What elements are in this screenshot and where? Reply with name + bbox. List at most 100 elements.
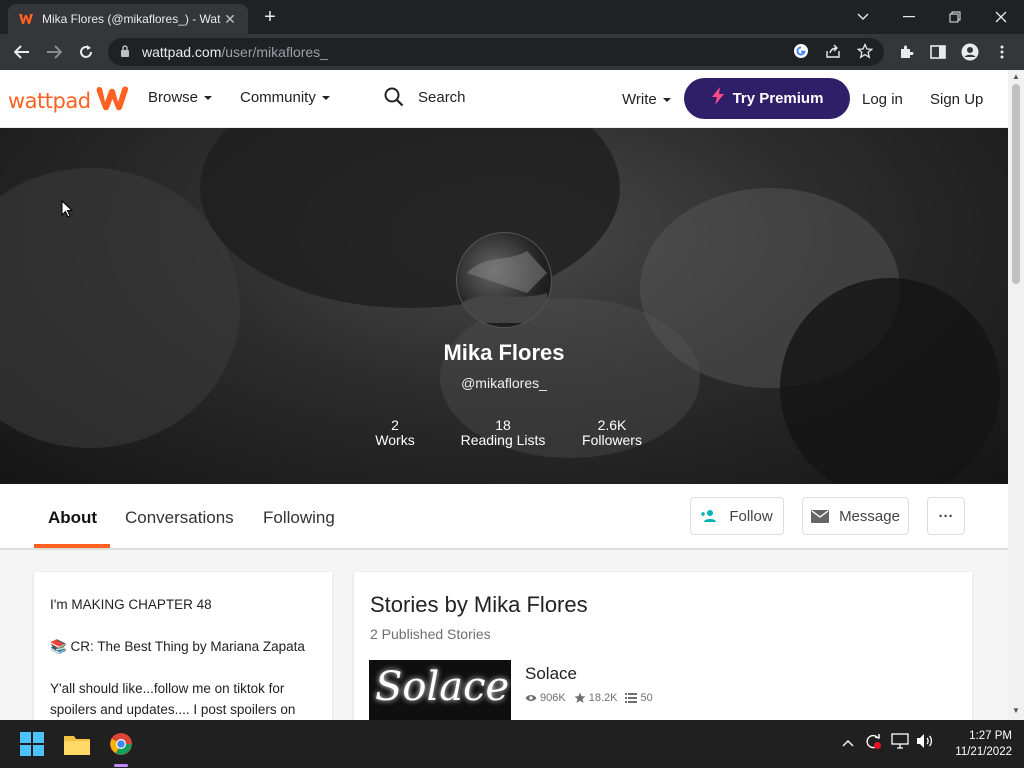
- scroll-up-icon[interactable]: ▲: [1012, 72, 1020, 81]
- stat-label: Reading Lists: [460, 432, 546, 448]
- sync-icon[interactable]: [864, 732, 882, 753]
- signup-link[interactable]: Sign Up: [930, 91, 983, 108]
- tab-following[interactable]: Following: [263, 508, 335, 528]
- lock-icon: [120, 44, 134, 60]
- stat-works[interactable]: 2 Works: [340, 418, 450, 448]
- eye-icon: [525, 694, 537, 702]
- clock-date: 11/21/2022: [955, 746, 1012, 758]
- bookmark-star-icon[interactable]: [854, 40, 876, 62]
- browser-toolbar: wattpad.com/user/mikaflores_: [0, 34, 1024, 70]
- tab-title: Mika Flores (@mikaflores_) - Wat: [42, 12, 221, 26]
- about-line: I'm MAKING CHAPTER 48: [50, 597, 212, 612]
- tab-search-chevron-icon[interactable]: [840, 0, 886, 34]
- write-label: Write: [622, 91, 657, 108]
- chrome-taskbar-icon[interactable]: [105, 728, 137, 760]
- close-window-button[interactable]: [978, 0, 1024, 34]
- stories-card: Stories by Mika Flores 2 Published Stori…: [354, 572, 972, 720]
- profile-handle: @mikaflores_: [461, 375, 547, 391]
- forward-icon[interactable]: [40, 38, 68, 66]
- story-title[interactable]: Solace: [525, 664, 577, 684]
- story-cover-text: Solace: [375, 664, 510, 710]
- story-parts: 50: [640, 692, 653, 704]
- browser-tab-bar: Mika Flores (@mikaflores_) - Wat ✕ +: [0, 0, 1024, 34]
- caret-down-icon: [204, 95, 213, 100]
- profile-name: Mika Flores: [443, 340, 565, 365]
- stat-value: 2: [391, 417, 399, 433]
- banner-shape: [200, 128, 620, 308]
- about-line: Y'all should like...follow me on tiktok …: [50, 681, 296, 717]
- browse-dropdown[interactable]: Browse: [148, 89, 213, 106]
- wattpad-logo[interactable]: wattpad: [8, 84, 131, 117]
- back-icon[interactable]: [8, 38, 36, 66]
- try-premium-button[interactable]: Try Premium: [684, 78, 850, 119]
- follow-label: Follow: [729, 507, 773, 525]
- profile-hero-banner: Mika Flores @mikaflores_ 2 Works 18 Read…: [0, 128, 1008, 484]
- site-search[interactable]: Search: [384, 87, 466, 107]
- page-viewport: wattpad Browse Community Search Write Tr…: [0, 70, 1008, 720]
- story-reads: 906K: [540, 692, 566, 704]
- envelope-icon: [811, 509, 830, 523]
- story-votes: 18.2K: [588, 692, 618, 704]
- caret-down-icon: [321, 95, 330, 100]
- login-link[interactable]: Log in: [862, 91, 903, 108]
- list-icon: [625, 693, 638, 703]
- message-label: Message: [839, 507, 900, 525]
- url-domain: wattpad.com: [142, 44, 222, 60]
- tab-close-icon[interactable]: ✕: [222, 11, 238, 28]
- stories-heading: Stories by Mika Flores: [370, 592, 588, 617]
- search-label: Search: [418, 88, 466, 106]
- browse-label: Browse: [148, 89, 199, 106]
- restore-button[interactable]: [932, 0, 978, 34]
- login-label: Log in: [862, 91, 903, 108]
- about-line: 📚 CR: The Best Thing by Mariana Zapata: [50, 639, 305, 654]
- try-premium-label: Try Premium: [732, 90, 824, 107]
- google-icon[interactable]: [790, 40, 812, 62]
- stat-label: Works: [375, 432, 415, 448]
- new-tab-button[interactable]: +: [258, 6, 282, 30]
- wattpad-favicon-icon: [18, 11, 34, 27]
- write-dropdown[interactable]: Write: [622, 91, 671, 108]
- site-header: wattpad Browse Community Search Write Tr…: [0, 70, 1008, 128]
- scroll-down-icon[interactable]: ▼: [1012, 706, 1020, 715]
- volume-icon[interactable]: [916, 733, 934, 752]
- caret-down-icon: [662, 97, 671, 102]
- profile-content-area: I'm MAKING CHAPTER 48 📚 CR: The Best Thi…: [0, 550, 1008, 720]
- windows-taskbar: 1:27 PM 11/21/2022: [0, 720, 1024, 768]
- message-button[interactable]: Message: [802, 497, 909, 535]
- file-explorer-icon[interactable]: [61, 728, 93, 760]
- system-clock[interactable]: 1:27 PM 11/21/2022: [940, 728, 1012, 760]
- extensions-icon[interactable]: [893, 38, 919, 66]
- tab-about[interactable]: About: [48, 508, 97, 528]
- stat-label: Followers: [582, 432, 642, 448]
- minimize-button[interactable]: [886, 0, 932, 34]
- tab-conversations[interactable]: Conversations: [125, 508, 234, 528]
- stat-reading-lists[interactable]: 18 Reading Lists: [448, 418, 558, 448]
- profile-icon[interactable]: [957, 38, 983, 66]
- logo-text: wattpad: [8, 88, 91, 113]
- browser-tab[interactable]: Mika Flores (@mikaflores_) - Wat ✕: [8, 4, 248, 34]
- reload-icon[interactable]: [72, 38, 100, 66]
- stories-subheading: 2 Published Stories: [370, 626, 491, 642]
- story-cover[interactable]: Solace: [369, 660, 511, 720]
- page-scrollbar[interactable]: ▲ ▼: [1008, 70, 1024, 720]
- follow-button[interactable]: Follow: [690, 497, 784, 535]
- add-user-icon: [701, 509, 719, 523]
- address-bar[interactable]: wattpad.com/user/mikaflores_: [108, 38, 884, 66]
- share-icon[interactable]: [822, 40, 844, 62]
- about-card: I'm MAKING CHAPTER 48 📚 CR: The Best Thi…: [34, 572, 332, 720]
- side-panel-icon[interactable]: [925, 38, 951, 66]
- scrollbar-thumb[interactable]: [1012, 84, 1020, 284]
- clock-time: 1:27 PM: [969, 730, 1012, 742]
- network-icon[interactable]: [891, 733, 909, 752]
- mouse-cursor-icon: [61, 199, 74, 223]
- stat-followers[interactable]: 2.6K Followers: [557, 418, 667, 448]
- community-dropdown[interactable]: Community: [240, 89, 330, 106]
- browser-menu-icon[interactable]: [989, 38, 1015, 66]
- profile-avatar: [456, 232, 552, 328]
- chevron-up-icon[interactable]: [842, 734, 854, 750]
- star-icon: [574, 692, 586, 704]
- more-options-button[interactable]: ···: [927, 497, 965, 535]
- windows-start-icon[interactable]: [16, 728, 48, 760]
- url-path: /user/mikaflores_: [221, 44, 328, 60]
- community-label: Community: [240, 89, 316, 106]
